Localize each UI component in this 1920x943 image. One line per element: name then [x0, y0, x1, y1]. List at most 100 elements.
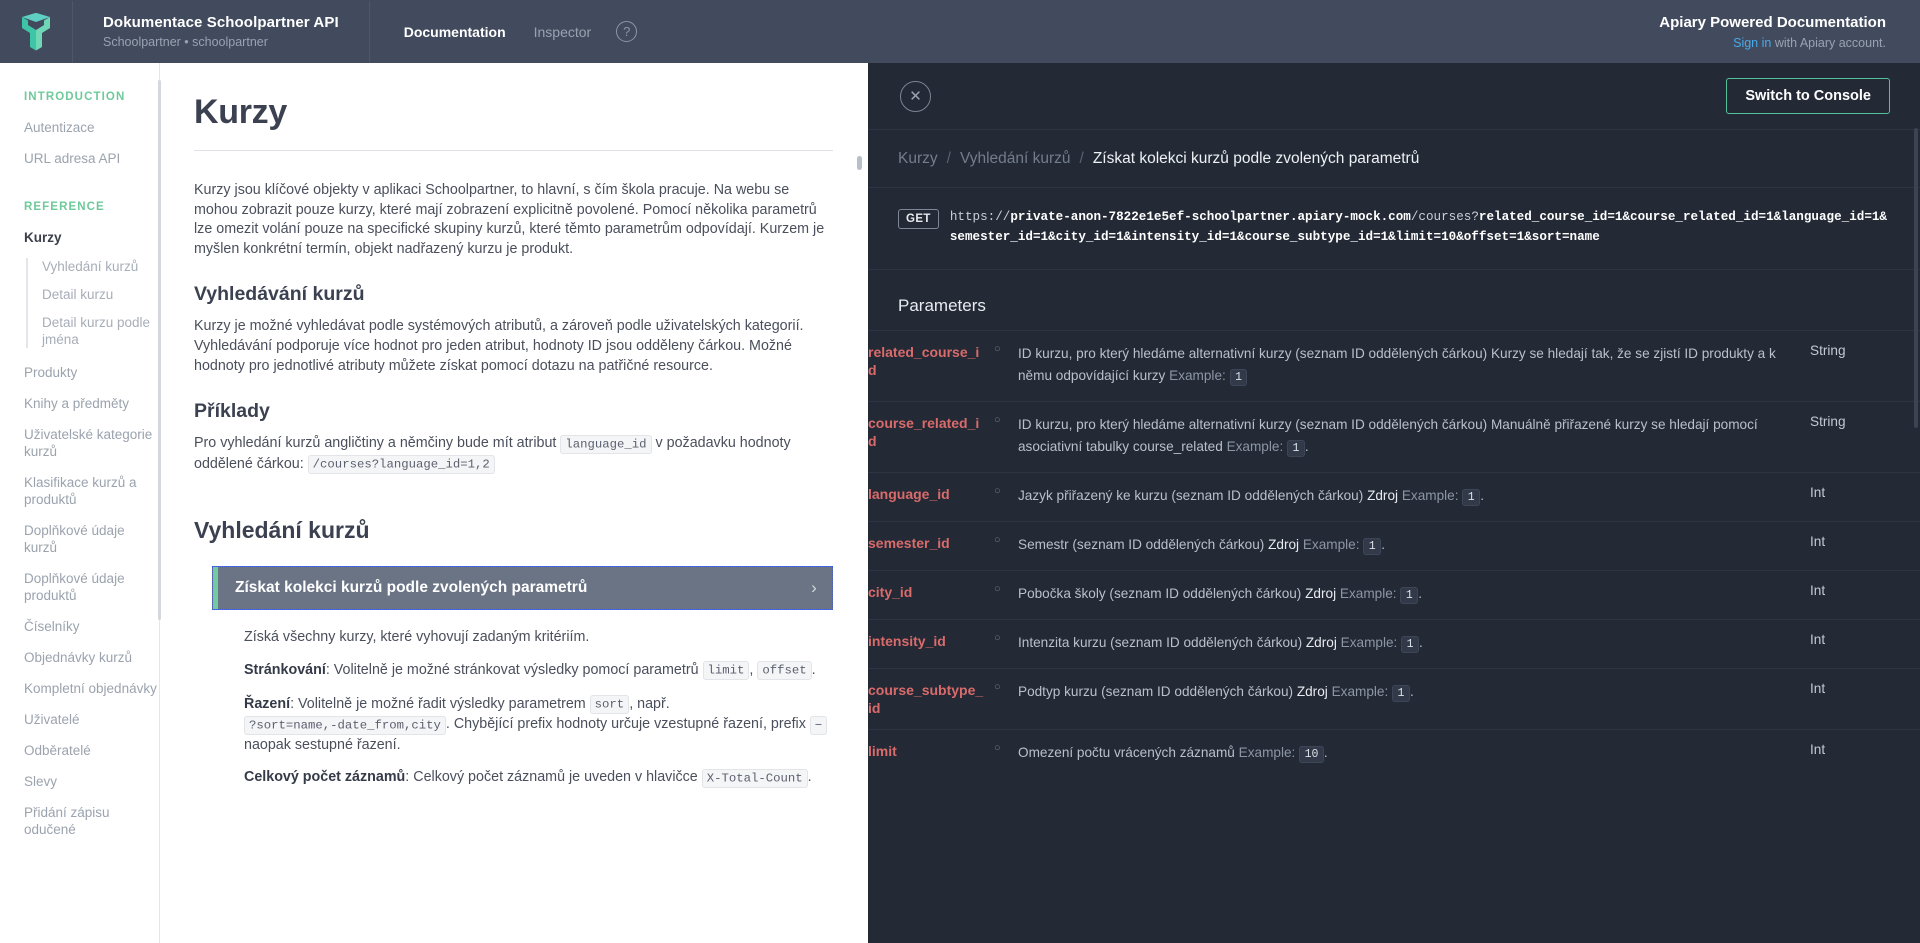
sidebar-item-pridani-zapisu-oducene[interactable]: Přidání zápisu odučené: [24, 804, 159, 838]
sidebar-item-doplnkove-udaje-produktu[interactable]: Doplňkové údaje produktů: [24, 570, 159, 604]
documentation-content: Kurzy Kurzy jsou klíčové objekty v aplik…: [161, 63, 868, 943]
optional-marker-icon: ○: [994, 583, 1001, 595]
sidebar-item-kompletni-objednavky[interactable]: Kompletní objednávky: [24, 680, 159, 697]
sorting-line: Řazení: Volitelně je možné řadit výsledk…: [244, 695, 833, 756]
panel-resize-handle[interactable]: [857, 156, 862, 170]
sidebar-item-doplnkove-udaje-kurzu[interactable]: Doplňkové údaje kurzů: [24, 522, 159, 556]
sidebar-item-ciselniky[interactable]: Číselníky: [24, 618, 159, 635]
sidebar-item-autentizace[interactable]: Autentizace: [24, 119, 159, 136]
param-desc-text: ID kurzu, pro který hledáme alternativní…: [1018, 346, 1776, 383]
sidebar-item-kurzy[interactable]: Kurzy: [24, 229, 159, 246]
example-label: Example:: [1226, 439, 1284, 454]
sorting-label: Řazení: [244, 695, 291, 712]
example-label: Example:: [1302, 537, 1360, 552]
param-name: intensity_id: [868, 633, 946, 649]
param-example-value: 1: [1401, 636, 1419, 653]
doc-subtitle: Schoolpartner • schoolpartner: [103, 35, 268, 49]
sidebar-item-detail-kurzu[interactable]: Detail kurzu: [42, 286, 159, 303]
param-desc-text: Jazyk přiřazený ke kurzu (seznam ID oddě…: [1018, 488, 1368, 503]
total-count-line: Celkový počet záznamů: Celkový počet záz…: [244, 768, 833, 789]
action-summary: Získá všechny kurzy, které vyhovují zada…: [244, 629, 590, 646]
param-name: language_id: [868, 486, 950, 502]
sidebar-item-produkty[interactable]: Produkty: [24, 364, 159, 381]
sidebar-subitems-kurzy: Vyhledání kurzů Detail kurzu Detail kurz…: [26, 258, 159, 348]
sidebar-item-objednavky-kurzu[interactable]: Objednávky kurzů: [24, 649, 159, 666]
url-host: private-anon-7822e1e5ef-schoolpartner.ap…: [1010, 210, 1411, 224]
param-type: String: [1810, 343, 1846, 358]
table-row: course_related_id ○ ID kurzu, pro který …: [868, 401, 1920, 473]
param-name: course_related_id: [868, 415, 980, 449]
sidebar-item-uzivatelske-kategorie-kurzu[interactable]: Uživatelské kategorie kurzů: [24, 426, 159, 460]
optional-marker-icon: ○: [994, 534, 1001, 546]
table-row: language_id ○ Jazyk přiřazený ke kurzu (…: [868, 472, 1920, 522]
sidebar-item-odberatele[interactable]: Odběratelé: [24, 742, 159, 759]
code-sort-example: ?sort=name,-date_from,city: [244, 715, 446, 735]
request-url-row: GET https://private-anon-7822e1e5ef-scho…: [868, 188, 1920, 270]
code-limit: limit: [702, 661, 750, 681]
sorting-text-1: : Volitelně je možné řadit výsledky para…: [290, 695, 590, 712]
sorting-text-3: . Chybějící prefix hodnoty určuje vzestu…: [445, 716, 810, 733]
param-desc-text: Podtyp kurzu (seznam ID oddělených čárko…: [1018, 684, 1297, 699]
pagination-label: Stránkování: [244, 661, 326, 678]
sidebar-item-url-adresa-api[interactable]: URL adresa API: [24, 150, 159, 167]
sidebar-item-vyhledani-kurzu[interactable]: Vyhledání kurzů: [42, 258, 159, 275]
optional-marker-icon: ○: [994, 681, 1001, 693]
param-description: Intenzita kurzu (seznam ID oddělených čá…: [1018, 620, 1810, 669]
breadcrumb-separator-1: /: [946, 149, 951, 167]
example-label: Example:: [1331, 684, 1389, 699]
breadcrumb-item-vyhledani-kurzu[interactable]: Vyhledání kurzů: [960, 150, 1071, 168]
table-row: city_id ○ Pobočka školy (seznam ID odděl…: [868, 570, 1920, 620]
tab-documentation[interactable]: Documentation: [404, 24, 506, 40]
sidebar-item-klasifikace-kurzu-a-produktu[interactable]: Klasifikace kurzů a produktů: [24, 474, 159, 508]
total-count-text: : Celkový počet záznamů je uveden v hlav…: [405, 769, 702, 786]
apiary-powered-label: Apiary Powered Documentation: [1659, 13, 1886, 31]
breadcrumb-separator-2: /: [1079, 149, 1084, 167]
example-code-courses-query: /courses?language_id=1,2: [307, 455, 495, 475]
sign-in-link[interactable]: Sign in: [1733, 36, 1771, 50]
optional-marker-icon: ○: [994, 414, 1001, 426]
param-source-link[interactable]: Zdroj: [1268, 537, 1299, 552]
param-example-suffix: .: [1381, 537, 1385, 552]
action-description-block: Získá všechny kurzy, které vyhovují zada…: [244, 628, 833, 789]
optional-marker-icon: ○: [994, 343, 1001, 355]
sidebar-item-uzivatele[interactable]: Uživatelé: [24, 711, 159, 728]
param-desc-text: ID kurzu, pro který hledáme alternativní…: [1018, 417, 1758, 454]
optional-marker-icon: ○: [994, 742, 1001, 754]
sorting-text-2: , např.: [629, 695, 670, 712]
code-x-total-count: X-Total-Count: [701, 768, 808, 788]
example-label: Example:: [1339, 586, 1397, 601]
param-description: Semestr (seznam ID oddělených čárkou) Zd…: [1018, 522, 1810, 571]
pagination-text: : Volitelně je možné stránkovat výsledky…: [325, 661, 703, 678]
sidebar-item-knihy-a-predmety[interactable]: Knihy a předměty: [24, 395, 159, 412]
action-item-get-courses[interactable]: Získat kolekci kurzů podle zvolených par…: [212, 566, 833, 611]
table-row: course_subtype_id ○ Podtyp kurzu (seznam…: [868, 668, 1920, 730]
chevron-right-icon[interactable]: ›: [796, 567, 832, 609]
breadcrumb-item-current: Získat kolekci kurzů podle zvolených par…: [1092, 149, 1420, 167]
param-source-link[interactable]: Zdroj: [1367, 488, 1398, 503]
table-row: semester_id ○ Semestr (seznam ID oddělen…: [868, 521, 1920, 571]
logo-container[interactable]: [0, 12, 72, 51]
page-title: Kurzy: [194, 93, 287, 131]
param-source-link[interactable]: Zdroj: [1305, 586, 1336, 601]
param-example-value: 1: [1229, 369, 1248, 386]
top-header-bar: Dokumentace Schoolpartner API Schoolpart…: [0, 0, 1920, 63]
console-scrollbar[interactable]: [1914, 128, 1918, 428]
param-type: Int: [1810, 632, 1826, 647]
sidebar-item-slevy[interactable]: Slevy: [24, 773, 159, 790]
switch-to-console-button[interactable]: Switch to Console: [1726, 78, 1890, 114]
param-type: Int: [1810, 681, 1826, 696]
url-scheme: https://: [949, 210, 1011, 224]
help-icon[interactable]: ?: [616, 21, 638, 42]
param-source-link[interactable]: Zdroj: [1297, 684, 1328, 699]
breadcrumb-item-kurzy[interactable]: Kurzy: [898, 150, 938, 168]
param-example-value: 1: [1462, 489, 1481, 506]
request-url[interactable]: https://private-anon-7822e1e5ef-schoolpa…: [950, 208, 1890, 247]
sidebar-item-detail-kurzu-podle-jmena[interactable]: Detail kurzu podle jména: [42, 314, 159, 348]
close-icon[interactable]: ✕: [900, 80, 931, 112]
pagination-end: .: [811, 661, 816, 678]
param-example-suffix: .: [1419, 635, 1423, 650]
param-source-link[interactable]: Zdroj: [1306, 635, 1337, 650]
tab-inspector[interactable]: Inspector: [534, 24, 592, 40]
param-example-value: 1: [1363, 538, 1382, 555]
heading-vyhledavani-kurzu: Vyhledávání kurzů: [194, 283, 365, 306]
